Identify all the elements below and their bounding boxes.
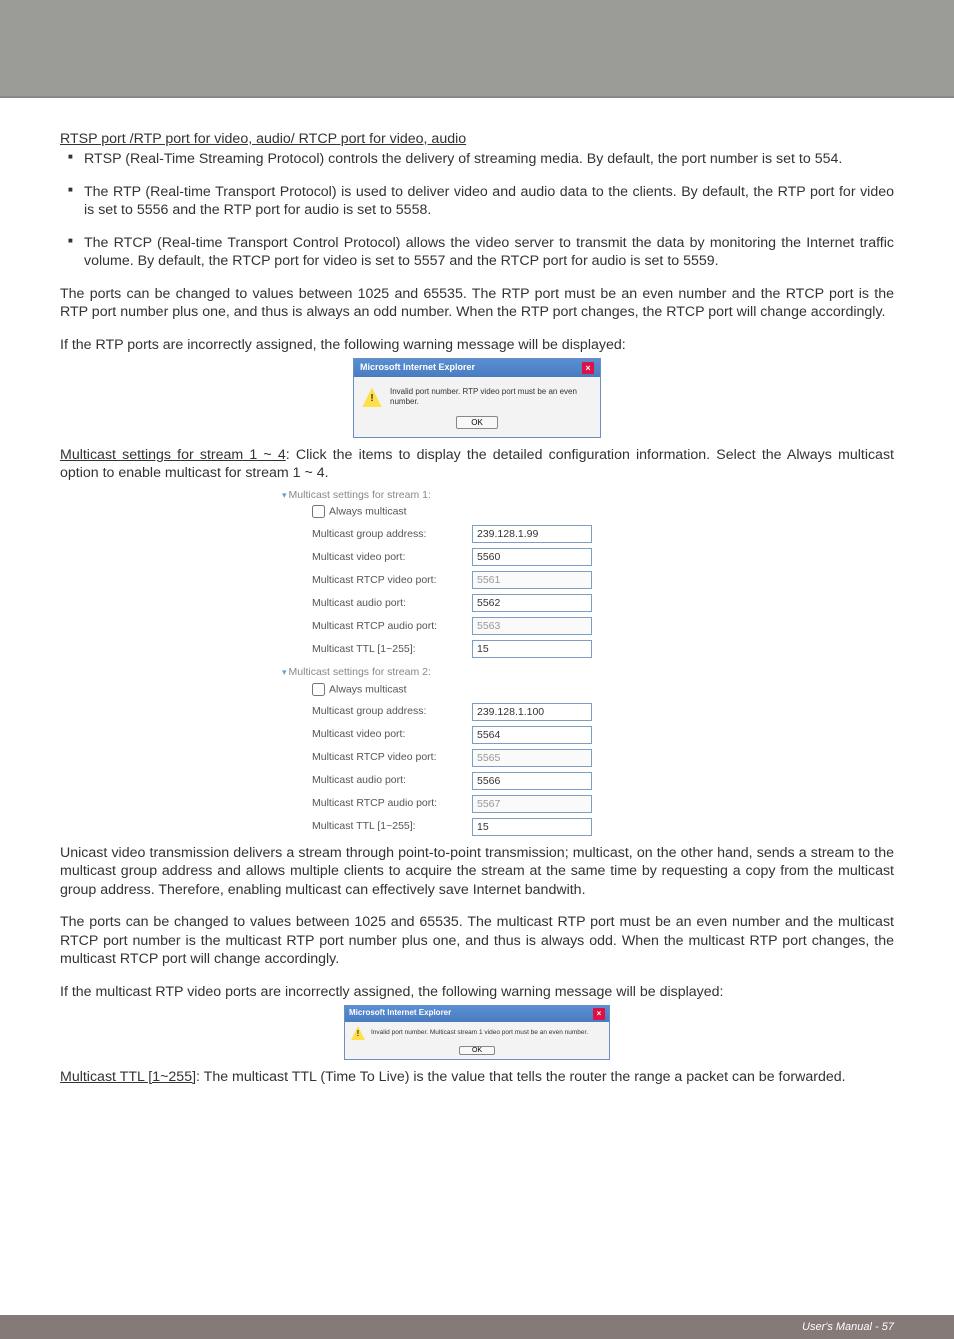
para-ports-range: The ports can be changed to values betwe…	[60, 285, 894, 322]
bullet-rtp: The RTP (Real-time Transport Protocol) i…	[74, 183, 894, 220]
setting-label: Multicast RTCP video port:	[312, 574, 472, 588]
bullet-rtsp: RTSP (Real-Time Streaming Protocol) cont…	[74, 150, 894, 168]
stream1-always-checkbox[interactable]	[312, 505, 325, 518]
top-margin	[0, 0, 954, 98]
ok-button[interactable]: OK	[459, 1046, 495, 1055]
dialog-title-text: Microsoft Internet Explorer	[349, 1008, 451, 1020]
stream2-always-row: Always multicast	[312, 683, 672, 697]
stream1-title[interactable]: ▾Multicast settings for stream 1:	[282, 489, 672, 503]
stream1-always-label: Always multicast	[329, 506, 407, 518]
setting-label: Multicast TTL [1~255]:	[312, 643, 472, 657]
bullet-list: RTSP (Real-Time Streaming Protocol) cont…	[60, 150, 894, 270]
stream2-always-checkbox[interactable]	[312, 683, 325, 696]
setting-label: Multicast audio port:	[312, 774, 472, 788]
para-unicast: Unicast video transmission delivers a st…	[60, 844, 894, 899]
settings-row: Multicast RTCP video port:	[312, 747, 672, 769]
bullet-rtcp: The RTCP (Real-time Transport Control Pr…	[74, 234, 894, 271]
stream2-title[interactable]: ▾Multicast settings for stream 2:	[282, 666, 672, 680]
setting-input[interactable]	[472, 772, 592, 790]
dialog-titlebar: Microsoft Internet Explorer ×	[354, 359, 600, 377]
settings-row: Multicast audio port:	[312, 592, 672, 614]
settings-row: Multicast RTCP audio port:	[312, 615, 672, 637]
para-mcast-ports: The ports can be changed to values betwe…	[60, 913, 894, 968]
warning-icon	[351, 1026, 365, 1040]
para-rtp-warn: If the RTP ports are incorrectly assigne…	[60, 336, 894, 354]
stream2-always-label: Always multicast	[329, 683, 407, 695]
page-footer: User's Manual - 57	[0, 1315, 954, 1339]
close-icon[interactable]: ×	[582, 362, 594, 374]
settings-row: Multicast group address:	[312, 701, 672, 723]
heading-multicast-ttl: Multicast TTL [1~255]	[60, 1069, 196, 1085]
settings-row: Multicast group address:	[312, 523, 672, 545]
setting-input[interactable]	[472, 594, 592, 612]
stream1-always-row: Always multicast	[312, 505, 672, 519]
chevron-down-icon: ▾	[282, 490, 287, 500]
setting-input[interactable]	[472, 548, 592, 566]
setting-label: Multicast video port:	[312, 728, 472, 742]
stream1-rows: Multicast group address: Multicast video…	[282, 523, 672, 660]
setting-input-disabled	[472, 571, 592, 589]
settings-row: Multicast TTL [1~255]:	[312, 638, 672, 660]
setting-label: Multicast group address:	[312, 528, 472, 542]
close-icon[interactable]: ×	[593, 1008, 605, 1020]
setting-input[interactable]	[472, 726, 592, 744]
setting-input[interactable]	[472, 525, 592, 543]
setting-input-disabled	[472, 795, 592, 813]
warning-dialog-1: Microsoft Internet Explorer × Invalid po…	[353, 358, 601, 438]
setting-input-disabled	[472, 617, 592, 635]
setting-label: Multicast group address:	[312, 705, 472, 719]
multicast-settings-panel: ▾Multicast settings for stream 1: Always…	[282, 489, 672, 838]
para-mcast-warn: If the multicast RTP video ports are inc…	[60, 983, 894, 1001]
setting-input[interactable]	[472, 703, 592, 721]
settings-row: Multicast RTCP audio port:	[312, 793, 672, 815]
settings-row: Multicast video port:	[312, 546, 672, 568]
setting-input-disabled	[472, 749, 592, 767]
dialog-message: Invalid port number. Multicast stream 1 …	[371, 1029, 603, 1037]
chevron-down-icon: ▾	[282, 667, 287, 677]
dialog-message: Invalid port number. RTP video port must…	[390, 387, 592, 408]
dialog-title-text: Microsoft Internet Explorer	[360, 362, 475, 374]
setting-label: Multicast TTL [1~255]:	[312, 820, 472, 834]
dialog-titlebar: Microsoft Internet Explorer ×	[345, 1006, 609, 1022]
ok-button[interactable]: OK	[456, 416, 498, 429]
page-body: RTSP port /RTP port for video, audio/ RT…	[0, 98, 954, 1315]
setting-label: Multicast video port:	[312, 551, 472, 565]
setting-label: Multicast RTCP audio port:	[312, 620, 472, 634]
settings-row: Multicast TTL [1~255]:	[312, 816, 672, 838]
footer-text: User's Manual - 57	[802, 1321, 894, 1333]
settings-row: Multicast audio port:	[312, 770, 672, 792]
setting-input[interactable]	[472, 640, 592, 658]
setting-label: Multicast RTCP audio port:	[312, 797, 472, 811]
para-ttl: : The multicast TTL (Time To Live) is th…	[196, 1069, 846, 1085]
heading-multicast-stream: Multicast settings for stream 1 ~ 4	[60, 447, 286, 463]
heading-rtsp: RTSP port /RTP port for video, audio/ RT…	[60, 131, 466, 147]
setting-input[interactable]	[472, 818, 592, 836]
warning-icon	[362, 387, 382, 407]
setting-label: Multicast RTCP video port:	[312, 751, 472, 765]
setting-label: Multicast audio port:	[312, 597, 472, 611]
stream2-rows: Multicast group address: Multicast video…	[282, 701, 672, 838]
warning-dialog-2: Microsoft Internet Explorer × Invalid po…	[344, 1005, 610, 1060]
settings-row: Multicast video port:	[312, 724, 672, 746]
settings-row: Multicast RTCP video port:	[312, 569, 672, 591]
